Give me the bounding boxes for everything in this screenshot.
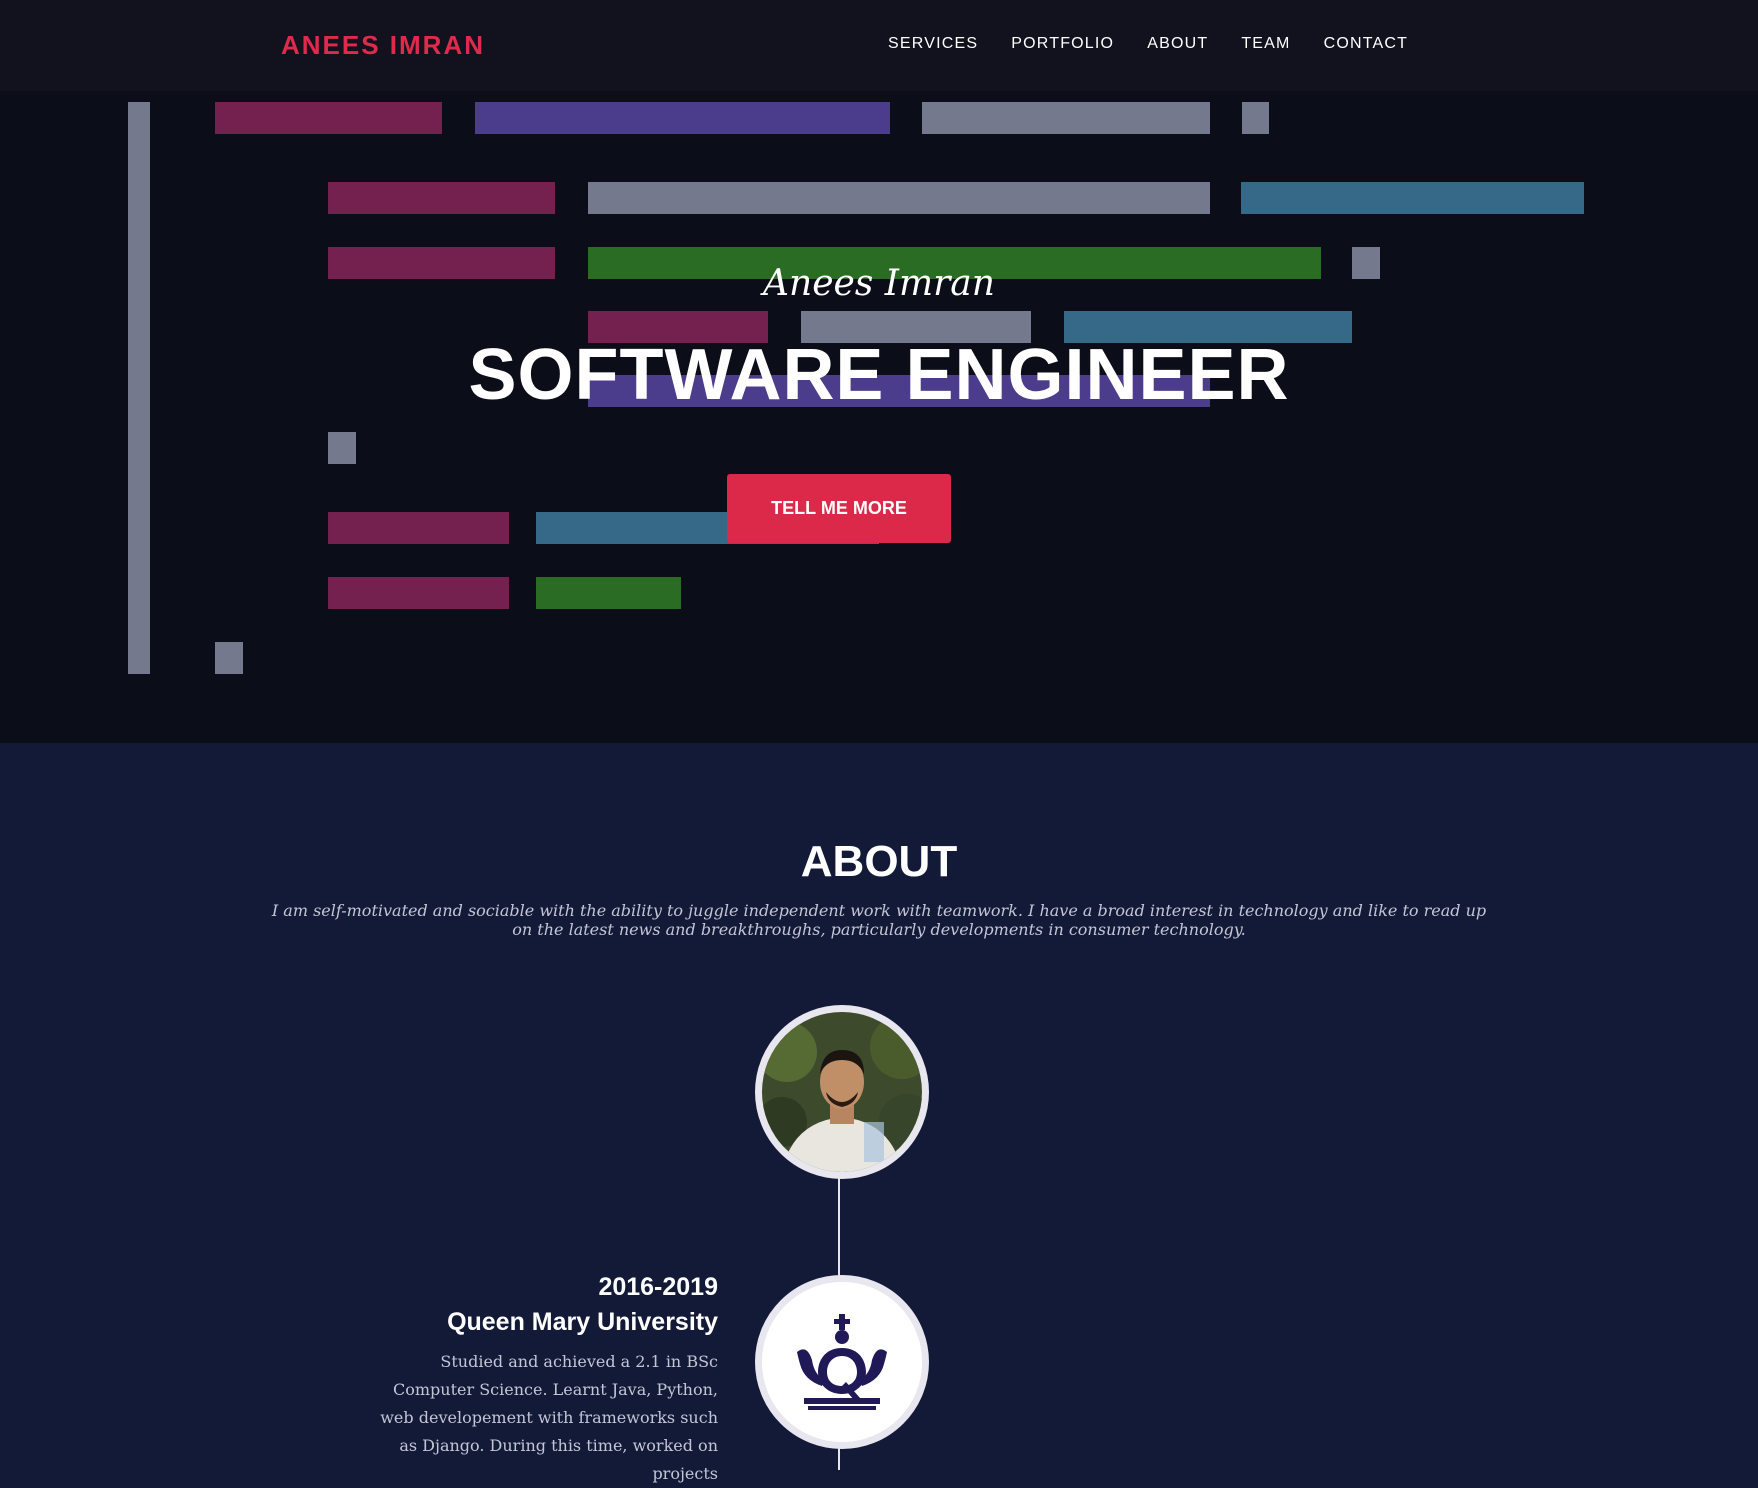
nav-link-contact[interactable]: CONTACT <box>1324 35 1409 53</box>
queen-mary-crown-logo-icon <box>762 1282 922 1442</box>
queen-mary-logo <box>755 1275 929 1449</box>
timeline-item-title: Queen Mary University <box>447 1308 718 1336</box>
timeline-item-years: 2016-2019 <box>598 1273 718 1301</box>
about-heading: ABOUT <box>800 837 958 886</box>
nav-link-services[interactable]: SERVICES <box>888 35 978 53</box>
code-bar <box>328 182 555 214</box>
top-navbar: ANEES IMRAN SERVICES PORTFOLIO ABOUT TEA… <box>0 0 1758 91</box>
code-bar <box>536 577 681 609</box>
code-bar <box>1241 182 1584 214</box>
code-bar <box>328 432 356 464</box>
code-bar <box>328 577 509 609</box>
nav-link-portfolio[interactable]: PORTFOLIO <box>1011 35 1114 53</box>
code-bar <box>1242 102 1269 134</box>
avatar-icon <box>762 1012 922 1172</box>
code-bar <box>588 182 1210 214</box>
timeline-item-description: Studied and achieved a 2.1 in BSc Comput… <box>380 1352 718 1483</box>
nav-links: SERVICES PORTFOLIO ABOUT TEAM CONTACT <box>888 35 1441 53</box>
code-bar <box>475 102 890 134</box>
code-bar <box>215 102 442 134</box>
hero-title: SOFTWARE ENGINEER <box>468 335 1290 415</box>
tell-me-more-button[interactable]: TELL ME MORE <box>727 474 951 543</box>
code-bar <box>328 512 509 544</box>
nav-link-team[interactable]: TEAM <box>1241 35 1290 53</box>
hero-subtitle: Anees Imran <box>763 263 995 304</box>
nav-link-about[interactable]: ABOUT <box>1147 35 1208 53</box>
about-description: I am self-motivated and sociable with th… <box>271 901 1487 939</box>
code-bar <box>215 642 243 674</box>
brand-logo[interactable]: ANEES IMRAN <box>281 30 485 61</box>
avatar-photo <box>755 1005 929 1179</box>
code-bar <box>922 102 1210 134</box>
hero-section: Anees Imran SOFTWARE ENGINEER TELL ME MO… <box>0 91 1758 743</box>
